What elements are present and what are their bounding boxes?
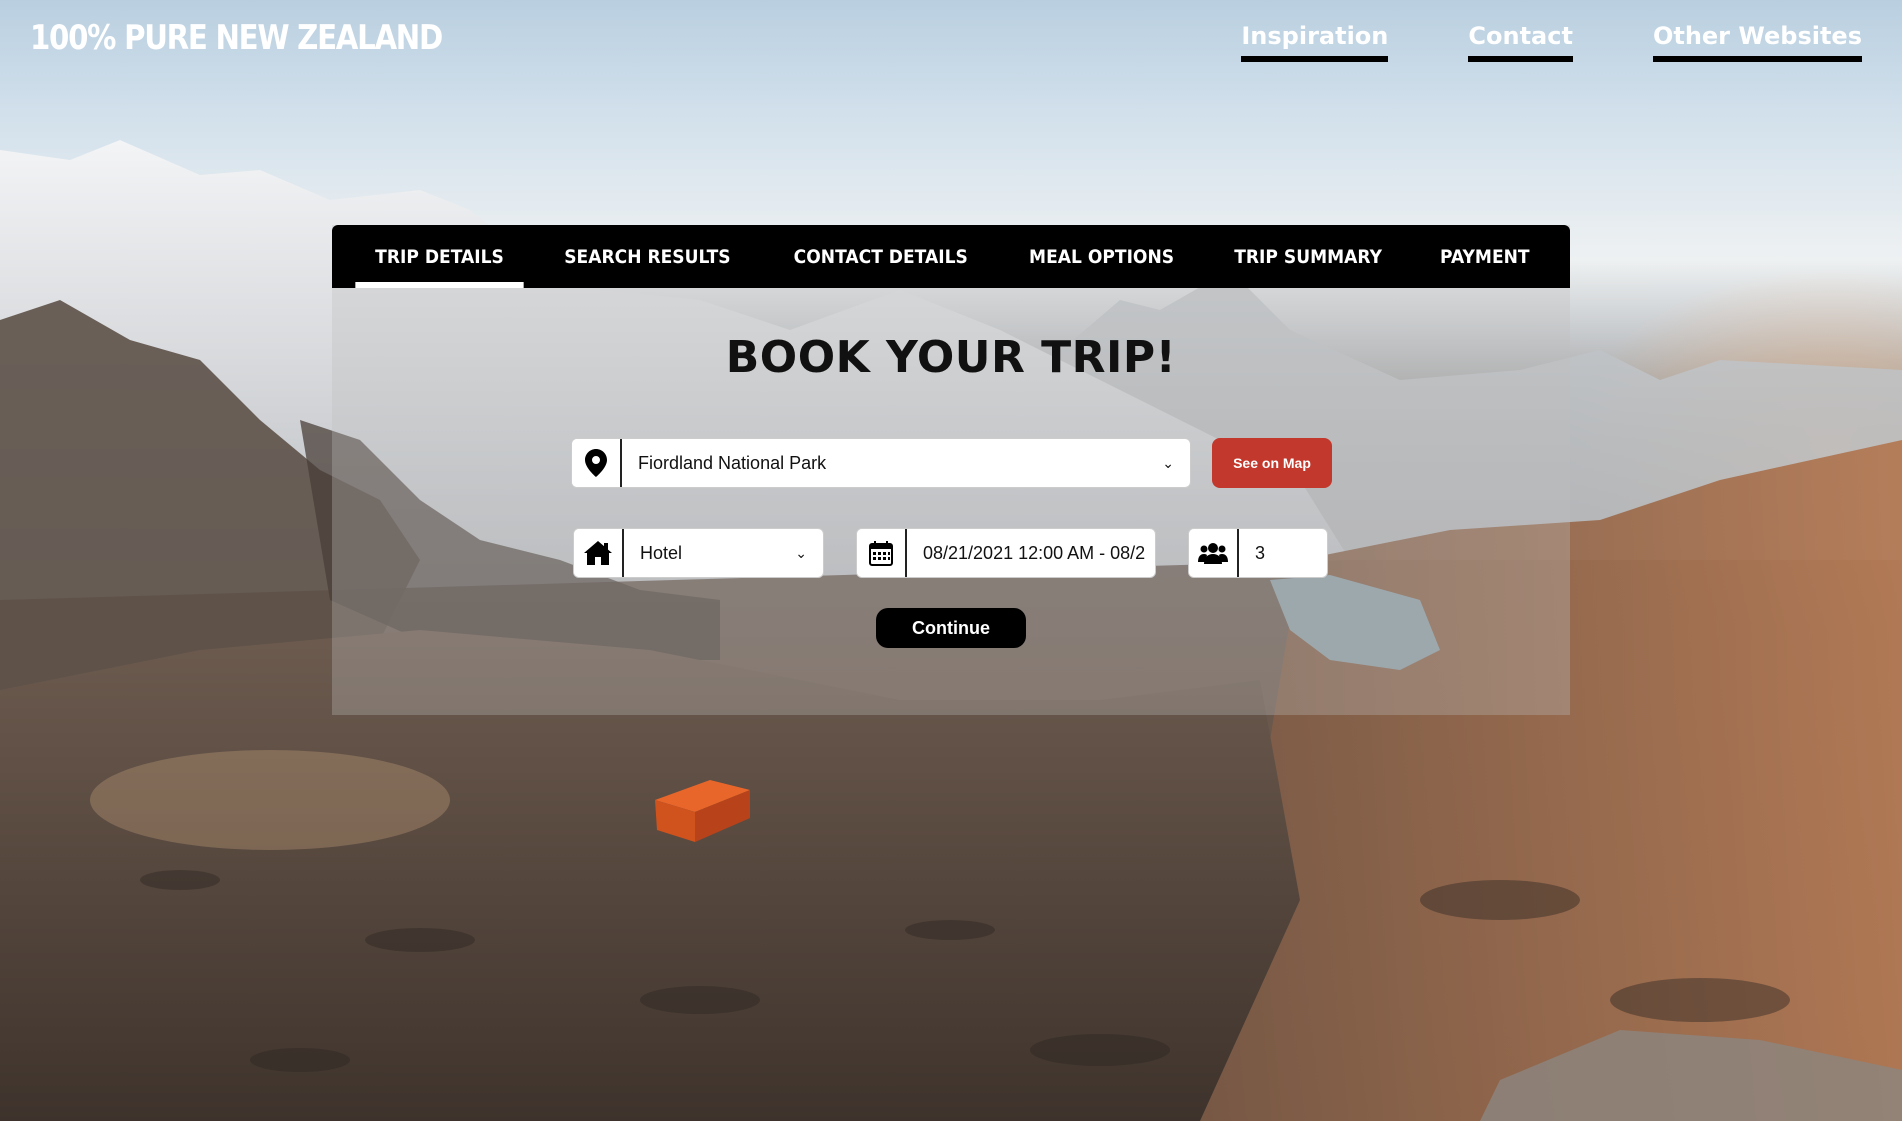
brand-logo[interactable]: 100% PURE NEW ZEALAND — [30, 18, 443, 58]
accommodation-value: Hotel — [640, 542, 683, 563]
chevron-down-icon: ⌄ — [795, 544, 807, 561]
destination-value: Fiordland National Park — [638, 452, 827, 473]
date-range-value: 08/21/2021 12:00 AM - 08/2 — [923, 542, 1146, 563]
home-icon — [574, 529, 624, 577]
users-icon — [1189, 529, 1239, 577]
tab-trip-details[interactable]: TRIP DETAILS — [355, 225, 524, 288]
tab-contact-details[interactable]: CONTACT DETAILS — [774, 225, 988, 288]
top-bar: 100% PURE NEW ZEALAND Inspiration Contac… — [0, 0, 1902, 80]
nav-link-inspiration[interactable]: Inspiration — [1241, 22, 1389, 62]
map-pin-icon — [572, 439, 622, 487]
main-nav: Inspiration Contact Other Websites — [1241, 22, 1862, 62]
nav-link-contact[interactable]: Contact — [1468, 22, 1573, 62]
continue-button[interactable]: Continue — [876, 608, 1026, 648]
page-title: BOOK YOUR TRIP! — [725, 332, 1177, 383]
date-range-group: 08/21/2021 12:00 AM - 08/2 — [856, 528, 1156, 578]
accommodation-group: Hotel ⌄ — [573, 528, 824, 578]
tab-trip-summary[interactable]: TRIP SUMMARY — [1215, 225, 1402, 288]
chevron-down-icon: ⌄ — [1162, 454, 1174, 471]
tab-search-results[interactable]: SEARCH RESULTS — [544, 225, 750, 288]
destination-group: Fiordland National Park ⌄ — [571, 438, 1191, 488]
see-on-map-button[interactable]: See on Map — [1212, 438, 1332, 488]
step-tabs: TRIP DETAILS SEARCH RESULTS CONTACT DETA… — [332, 225, 1570, 288]
tab-payment[interactable]: PAYMENT — [1420, 225, 1549, 288]
date-range-input[interactable]: 08/21/2021 12:00 AM - 08/2 — [907, 529, 1155, 577]
nav-link-other-websites[interactable]: Other Websites — [1652, 22, 1862, 62]
tab-meal-options[interactable]: MEAL OPTIONS — [1009, 225, 1194, 288]
guests-value: 3 — [1255, 542, 1266, 563]
destination-select[interactable]: Fiordland National Park ⌄ — [622, 439, 1190, 487]
calendar-icon — [857, 529, 907, 577]
accommodation-select[interactable]: Hotel ⌄ — [624, 529, 823, 577]
guests-input[interactable]: 3 — [1239, 529, 1327, 577]
guests-group: 3 — [1188, 528, 1328, 578]
